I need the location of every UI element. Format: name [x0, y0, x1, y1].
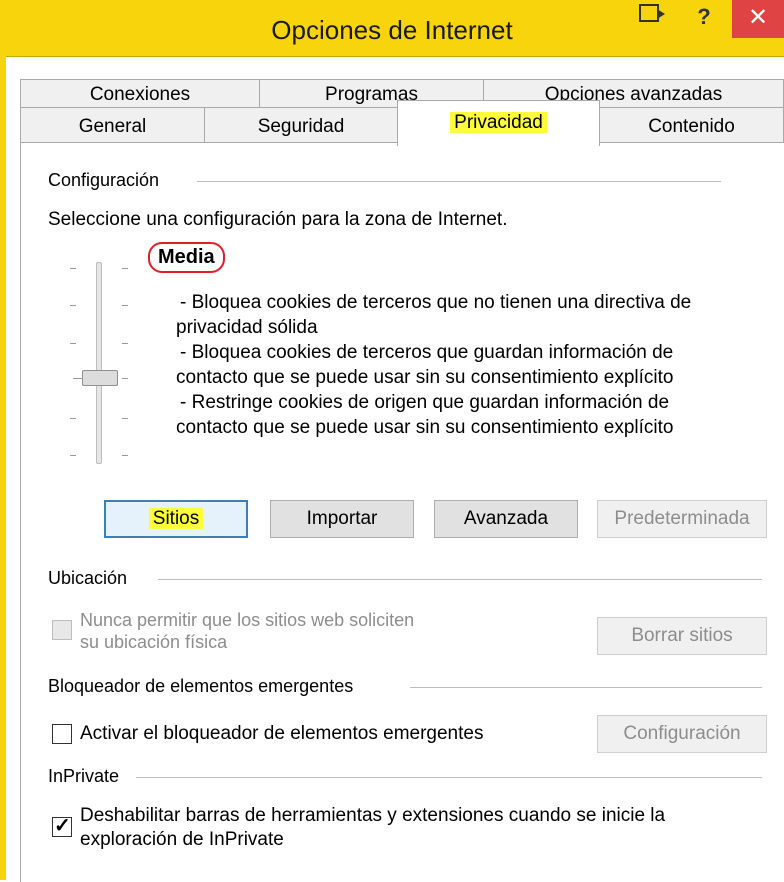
internet-options-dialog: Opciones de Internet ? ✕ Conexiones Prog…	[0, 0, 784, 882]
popup-settings-button[interactable]: Configuración	[597, 715, 767, 753]
privacy-description: - Bloquea cookies de terceros que no tie…	[176, 290, 691, 440]
location-label-line2: su ubicación física	[80, 632, 228, 652]
advanced-button[interactable]: Avanzada	[434, 500, 578, 538]
inprivate-label-line1: Deshabilitar barras de herramientas y ex…	[80, 805, 666, 826]
description-line: privacidad sólida	[176, 317, 318, 338]
slider-thumb[interactable]	[73, 370, 118, 386]
inprivate-group-title: InPrivate	[48, 766, 120, 786]
clear-sites-button[interactable]: Borrar sitios	[597, 617, 767, 655]
description-line: - Bloquea cookies de terceros que guarda…	[180, 342, 674, 363]
inprivate-checkbox[interactable]: ✓	[52, 815, 72, 837]
inprivate-separator	[136, 777, 762, 778]
popup-blocker-label: Activar el bloqueador de elementos emerg…	[80, 723, 484, 744]
description-line: - Restringe cookies de origen que guarda…	[180, 392, 670, 413]
config-group-title: Configuración	[48, 170, 160, 190]
privacy-level-label: Media	[148, 242, 225, 273]
description-line: contacto que se puede usar sin su consen…	[176, 367, 674, 388]
config-separator	[197, 181, 721, 182]
location-checkbox[interactable]	[52, 620, 72, 640]
slider-track[interactable]	[96, 262, 102, 464]
sites-button-label: Sitios	[148, 508, 204, 529]
popup-separator	[410, 687, 762, 688]
sites-button[interactable]: Sitios	[104, 500, 248, 538]
import-button[interactable]: Importar	[270, 500, 414, 538]
config-instruction: Seleccione una configuración para la zon…	[48, 209, 508, 230]
inprivate-label-line2: exploración de InPrivate	[80, 829, 284, 850]
checkmark-icon: ✓	[54, 815, 71, 837]
description-line: contacto que se puede usar sin su consen…	[176, 417, 674, 438]
inprivate-label: Deshabilitar barras de herramientas y ex…	[80, 804, 665, 852]
location-checkbox-label: Nunca permitir que los sitios web solici…	[80, 609, 414, 653]
default-button[interactable]: Predeterminada	[597, 500, 767, 538]
location-separator	[158, 579, 762, 580]
popup-blocker-checkbox[interactable]	[52, 724, 72, 744]
location-group-title: Ubicación	[48, 568, 128, 588]
popup-group-title: Bloqueador de elementos emergentes	[48, 676, 354, 696]
location-label-line1: Nunca permitir que los sitios web solici…	[80, 610, 415, 630]
description-line: - Bloquea cookies de terceros que no tie…	[180, 292, 692, 313]
